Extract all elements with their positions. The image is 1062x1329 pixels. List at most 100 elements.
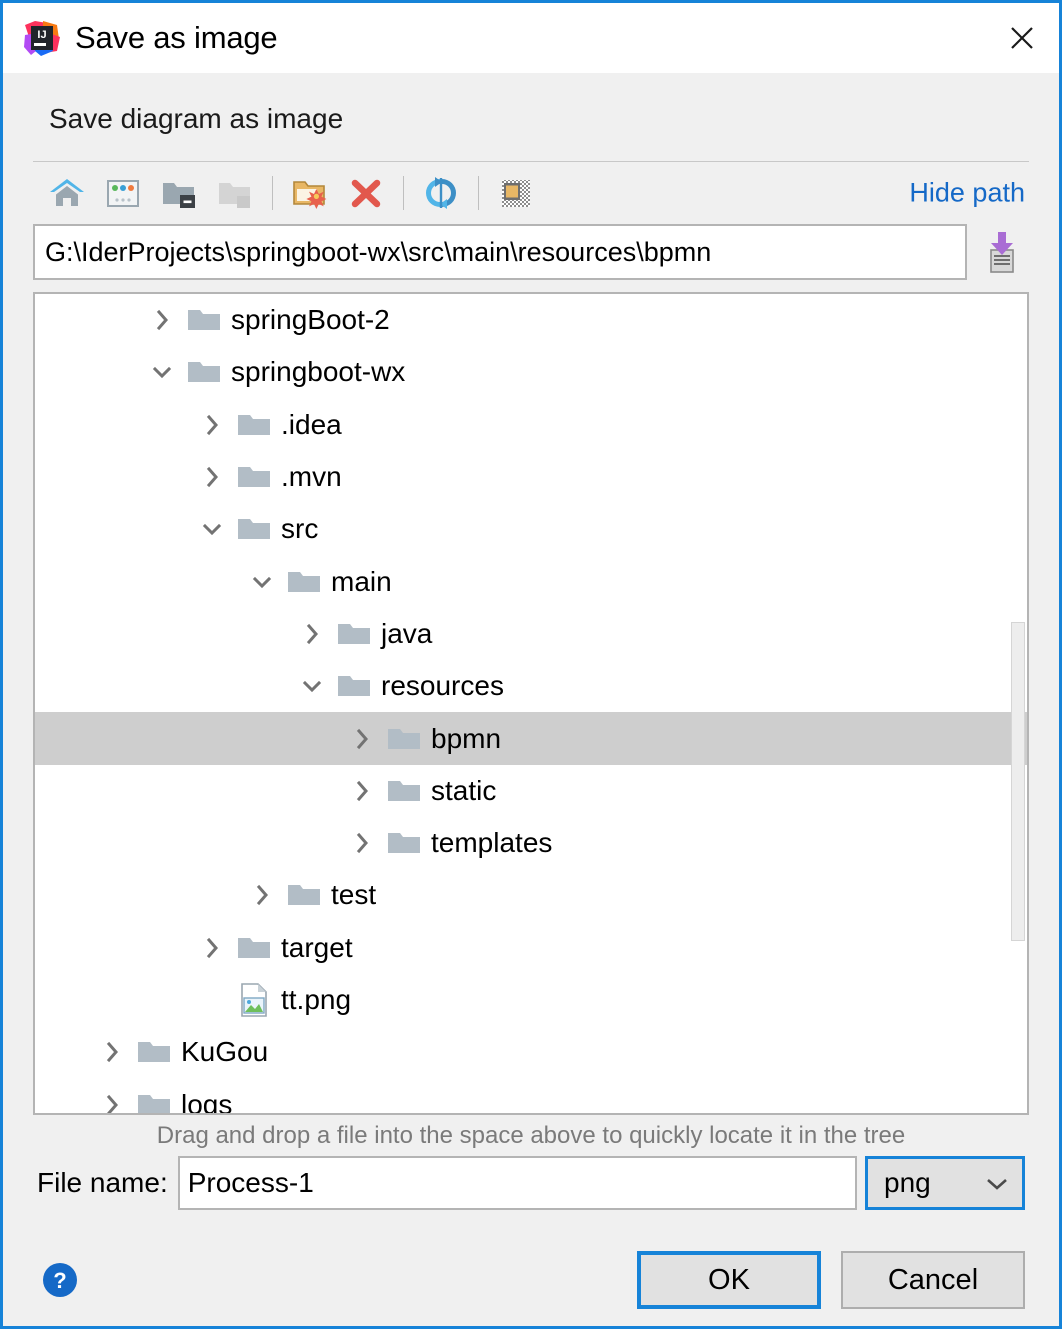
folder-icon [337, 619, 371, 649]
delete-icon[interactable] [338, 169, 394, 217]
folder-icon [237, 410, 271, 440]
image-file-icon [237, 983, 271, 1017]
file-name-label: File name: [37, 1167, 168, 1198]
folder-icon [387, 724, 421, 754]
path-row: G:\IderProjects\springboot-wx\src\main\r… [33, 224, 1029, 280]
path-input[interactable]: G:\IderProjects\springboot-wx\src\main\r… [33, 224, 967, 280]
refresh-icon[interactable] [413, 169, 469, 217]
save-as-image-dialog: IJ Save as image Save diagram as image H… [0, 0, 1062, 1329]
chevron-down-icon[interactable] [245, 565, 279, 599]
file-extension-select[interactable]: png [865, 1156, 1025, 1210]
intellij-idea-logo: IJ [23, 19, 61, 57]
tree-row-test[interactable]: test [35, 869, 1027, 921]
tree-row-tt-png[interactable]: tt.png [35, 974, 1027, 1026]
dialog-subtitle: Save diagram as image [49, 103, 344, 134]
folder-icon [237, 514, 271, 544]
close-icon[interactable] [999, 15, 1045, 61]
file-chooser-toolbar: Hide path [33, 162, 1029, 224]
tree-node-label: src [281, 513, 319, 545]
chevron-down-icon[interactable] [195, 512, 229, 546]
chevron-right-icon[interactable] [345, 774, 379, 808]
tree-row--mvn[interactable]: .mvn [35, 451, 1027, 503]
svg-text:IJ: IJ [37, 29, 46, 41]
folder-icon [137, 1037, 171, 1067]
folder-icon [337, 671, 371, 701]
tree-row-target[interactable]: target [35, 922, 1027, 974]
chevron-right-icon[interactable] [345, 722, 379, 756]
folder-icon [237, 933, 271, 963]
chevron-down-icon [984, 1167, 1010, 1199]
tree-node-label: bpmn [431, 722, 502, 754]
tree-node-label: logs [181, 1088, 233, 1113]
tree-node-label: target [281, 931, 353, 963]
file-name-input[interactable]: Process-1 [177, 1156, 857, 1210]
tree-row-logs[interactable]: logs [35, 1078, 1027, 1113]
tree-node-label: static [431, 774, 497, 806]
tree-node-label: test [331, 879, 377, 911]
tree-node-label: KuGou [181, 1036, 269, 1068]
toolbar-separator [478, 176, 479, 210]
tree-scrollbar-thumb[interactable] [1011, 621, 1025, 941]
chevron-right-icon[interactable] [95, 1088, 129, 1113]
folder-icon [387, 828, 421, 858]
collapse-folder-icon[interactable] [151, 169, 207, 217]
chevron-down-icon[interactable] [145, 355, 179, 389]
file-extension-value: png [884, 1167, 931, 1198]
tree-node-label: tt.png [281, 984, 352, 1015]
tree-row-src[interactable]: src [35, 503, 1027, 555]
dialog-body: Save diagram as image Hide path G:\IderP… [3, 73, 1059, 1326]
toolbar-separator [272, 176, 273, 210]
folder-icon [387, 776, 421, 806]
folder-icon [187, 305, 221, 335]
folder-icon [287, 880, 321, 910]
tree-scrollbar[interactable] [1009, 294, 1027, 1113]
tree-row-springboot-2[interactable]: springBoot-2 [35, 294, 1027, 346]
title-bar: IJ Save as image [3, 3, 1059, 73]
chevron-right-icon[interactable] [145, 303, 179, 337]
chevron-right-icon[interactable] [195, 460, 229, 494]
tree-node-label: .idea [281, 408, 342, 440]
cancel-button[interactable]: Cancel [841, 1251, 1025, 1309]
home-icon[interactable] [39, 169, 95, 217]
tree-row-kugou[interactable]: KuGou [35, 1026, 1027, 1078]
tree-row-templates[interactable]: templates [35, 817, 1027, 869]
tree-row--idea[interactable]: .idea [35, 399, 1027, 451]
folder-icon [287, 567, 321, 597]
drag-drop-hint: Drag and drop a file into the space abov… [156, 1122, 906, 1149]
directory-tree[interactable]: springBoot-2 springboot-wx .idea .mvn src mai… [33, 292, 1029, 1115]
folder-disabled-icon [207, 169, 263, 217]
folder-icon [137, 1090, 171, 1113]
chevron-right-icon[interactable] [95, 1035, 129, 1069]
chevron-right-icon[interactable] [245, 878, 279, 912]
tree-row-resources[interactable]: resources [35, 660, 1027, 712]
tree-row-java[interactable]: java [35, 608, 1027, 660]
file-name-row: File name: Process-1 png [33, 1156, 1029, 1210]
window-title: Save as image [75, 20, 278, 55]
folder-icon [187, 357, 221, 387]
tree-row-main[interactable]: main [35, 555, 1027, 607]
ok-button[interactable]: OK [637, 1251, 821, 1309]
new-folder-icon[interactable] [282, 169, 338, 217]
tree-node-label: main [331, 565, 392, 597]
folder-icon [237, 462, 271, 492]
tree-node-label: springBoot-2 [231, 304, 390, 336]
tree-row-static[interactable]: static [35, 765, 1027, 817]
chevron-right-icon[interactable] [195, 408, 229, 442]
tree-node-label: resources [381, 670, 504, 702]
help-icon[interactable]: ? [37, 1257, 83, 1303]
chevron-right-icon[interactable] [195, 931, 229, 965]
desktop-icon[interactable] [95, 169, 151, 217]
hide-path-link[interactable]: Hide path [909, 178, 1025, 209]
paste-path-icon[interactable] [975, 225, 1029, 279]
show-hidden-files-icon[interactable] [488, 169, 544, 217]
tree-row-springboot-wx[interactable]: springboot-wx [35, 346, 1027, 398]
tree-node-label: .mvn [281, 461, 342, 493]
toolbar-separator [403, 176, 404, 210]
tree-row-bpmn[interactable]: bpmn [35, 712, 1027, 765]
tree-node-label: java [381, 617, 433, 649]
tree-node-label: springboot-wx [231, 356, 406, 388]
chevron-right-icon[interactable] [295, 617, 329, 651]
chevron-down-icon[interactable] [295, 669, 329, 703]
chevron-right-icon[interactable] [345, 826, 379, 860]
tree-node-label: templates [431, 827, 553, 859]
